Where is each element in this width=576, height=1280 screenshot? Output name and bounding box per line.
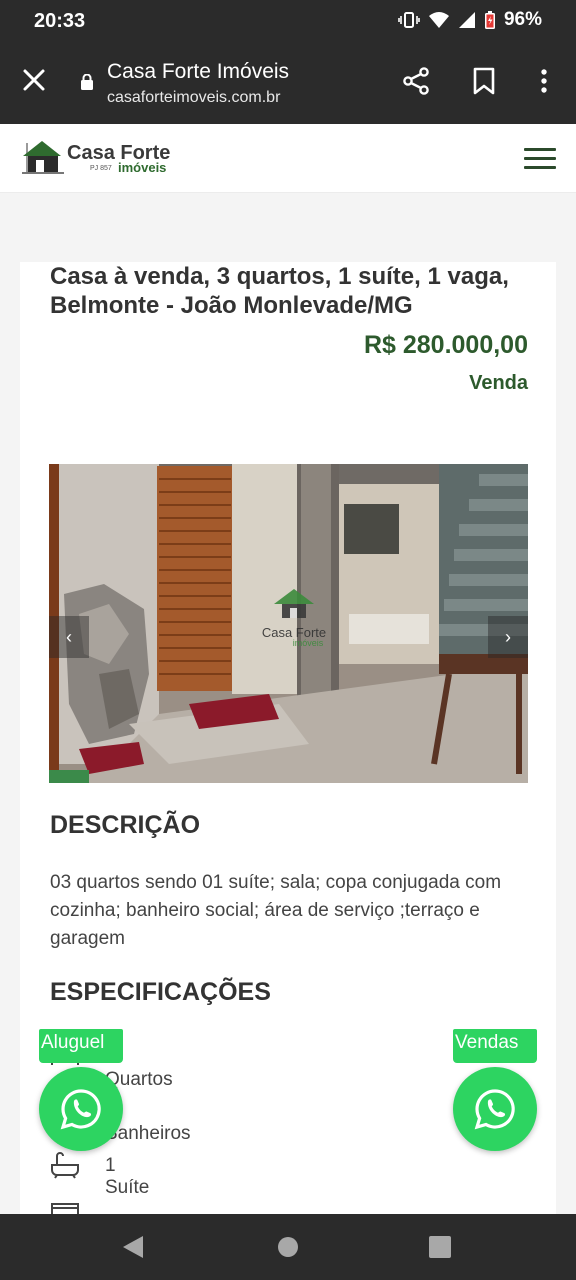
site-logo[interactable]: Casa Forte PJ 857 imóveis (20, 136, 180, 180)
description-text: 03 quartos sendo 01 suíte; sala; copa co… (50, 872, 502, 949)
whatsapp-sales-button[interactable] (453, 1067, 537, 1151)
property-type: Venda (469, 372, 528, 394)
gallery-next-button[interactable]: › (488, 616, 528, 658)
home-icon[interactable] (276, 1235, 300, 1259)
navigation-bar (0, 1214, 576, 1280)
watermark-house-icon (274, 589, 314, 618)
more-options-icon[interactable] (529, 66, 559, 96)
garage-icon (51, 1203, 79, 1214)
property-title: Casa à venda, 3 quartos, 1 suíte, 1 vaga… (50, 263, 509, 319)
whatsapp-icon (474, 1089, 515, 1130)
bathtub-icon (51, 1152, 79, 1179)
menu-line (524, 148, 556, 151)
status-time: 20:33 (34, 10, 86, 32)
wifi-icon (428, 12, 449, 28)
house-logo-icon (22, 141, 64, 174)
battery-icon (484, 10, 495, 29)
status-bar: 20:33 96% (0, 0, 576, 44)
whatsapp-rent-label[interactable]: Aluguel (39, 1029, 123, 1063)
close-icon[interactable] (18, 64, 50, 96)
whatsapp-rent-button[interactable] (39, 1067, 123, 1151)
vibrate-icon (398, 12, 420, 28)
menu-button[interactable] (524, 148, 556, 170)
spec-label: 1 Suíte (105, 1155, 150, 1198)
property-price: R$ 280.000,00 (363, 331, 528, 359)
logo-registration: PJ 857 (90, 165, 112, 172)
browser-toolbar: Casa Forte Imóveis casaforteimoveis.com.… (0, 44, 576, 124)
page-title: Casa Forte Imóveis (107, 60, 290, 83)
lock-icon (81, 74, 93, 90)
photo-watermark: Casa Forte imóveis (254, 586, 334, 648)
gallery-prev-button[interactable]: ‹ (49, 616, 89, 658)
whatsapp-sales-label[interactable]: Vendas (453, 1029, 537, 1063)
bookmark-icon[interactable] (469, 66, 499, 96)
photo-gallery[interactable]: Casa Forte imóveis ‹ › (49, 464, 528, 783)
whatsapp-icon (60, 1089, 101, 1130)
menu-line (524, 157, 556, 160)
description-heading: DESCRIÇÃO (50, 811, 201, 839)
specifications-heading: ESPECIFICAÇÕES (50, 978, 271, 1006)
signal-icon (458, 12, 475, 28)
recents-icon[interactable] (428, 1235, 452, 1259)
share-icon[interactable] (401, 66, 431, 96)
back-icon[interactable] (121, 1234, 145, 1260)
site-header: Casa Forte PJ 857 imóveis (0, 124, 576, 193)
page-url[interactable]: casaforteimoveis.com.br (107, 89, 280, 107)
status-icons: 96% (398, 9, 542, 31)
battery-percent: 96% (503, 9, 542, 30)
logo-sub: imóveis (118, 160, 167, 175)
menu-line (524, 166, 556, 169)
